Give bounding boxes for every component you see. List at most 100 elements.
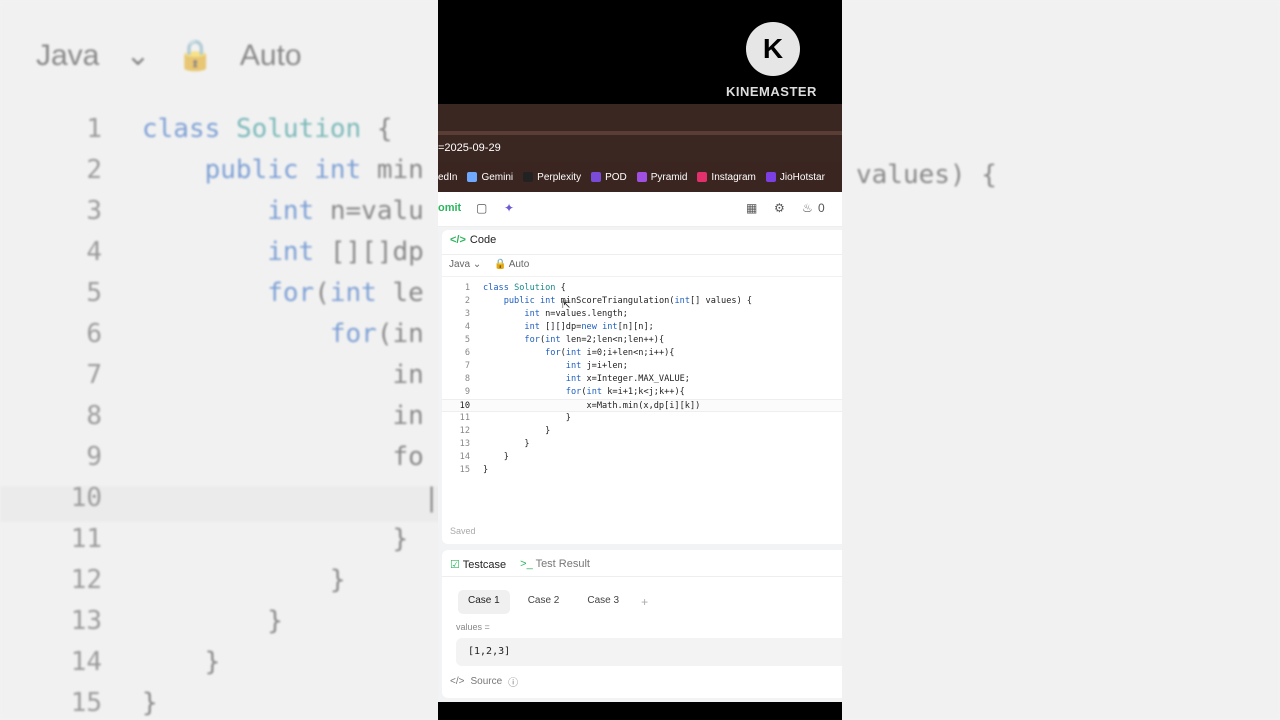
autocomplete-mode[interactable]: 🔒 Auto <box>494 259 529 270</box>
bg-code-line: 2 public int min <box>86 155 424 185</box>
bookmark-pyramid[interactable]: Pyramid <box>636 171 688 183</box>
bg-code-line: 4 int [][]dp <box>86 237 424 267</box>
bookmark-edin[interactable]: edIn <box>438 172 457 183</box>
bookmark-instagram[interactable]: Instagram <box>697 171 756 183</box>
bookmark-label: JioHotstar <box>779 171 825 183</box>
bookmark-label: POD <box>605 171 627 183</box>
code-line[interactable]: 6 for(int i=0;i+len<n;i++){ <box>442 347 842 360</box>
address-bar-text[interactable]: =2025-09-29 <box>438 142 501 154</box>
bookmark-pod[interactable]: POD <box>591 172 627 183</box>
leetcode-app: omit ▢ ✦ ▦ ⚙ ♨ 0 </> Code Java ⌄ 🔒 Auto … <box>438 192 842 702</box>
code-line[interactable]: 8 int x=Integer.MAX_VALUE; <box>442 373 842 386</box>
code-line[interactable]: 11 } <box>442 412 842 425</box>
code-line[interactable]: 4 int [][]dp=new int[n][n]; <box>442 321 842 334</box>
bookmark-label: Instagram <box>711 171 756 183</box>
bookmark-label: Pyramid <box>650 171 688 183</box>
input-label: values = <box>456 622 490 632</box>
bg-chevron-icon: ⌄ <box>125 39 151 72</box>
bg-code-line: 12 } <box>70 565 346 595</box>
code-icon: </> <box>450 234 466 246</box>
code-line[interactable]: 3 int n=values.length; <box>442 308 842 321</box>
bookmark-favicon-icon <box>523 172 534 182</box>
code-line[interactable]: 13 } <box>442 438 842 451</box>
bookmark-gemini[interactable]: Gemini <box>467 172 513 183</box>
bookmark-favicon-icon <box>467 172 478 182</box>
bg-code-line: 8 in <box>86 401 424 431</box>
bg-code-line: 3 int n=valu <box>86 196 424 226</box>
case-tab-2[interactable]: Case 2 <box>518 590 570 614</box>
code-panel: </> Code Java ⌄ 🔒 Auto ⇱ 1 class Solution… <box>442 230 842 544</box>
input-value: [1,2,3] <box>468 646 511 657</box>
bookmark-label: Perplexity <box>537 171 582 183</box>
code-panel-title: Code <box>469 234 497 246</box>
bookmark-favicon-icon <box>636 172 647 182</box>
code-line[interactable]: 9 for(int k=i+1;k<j;k++){ <box>442 386 842 399</box>
streak-count: 0 <box>818 201 825 215</box>
code-icon: </> <box>450 676 465 687</box>
code-line[interactable]: 14 } <box>442 451 842 464</box>
bookmark-favicon-icon <box>591 172 602 182</box>
code-line[interactable]: 2 public int minScoreTriangulation(int[]… <box>442 295 842 308</box>
source-label: Source <box>470 676 503 687</box>
bg-code-line: 14 } <box>70 647 221 677</box>
case-tabs: Case 1 Case 2 Case 3 + <box>458 590 652 614</box>
bg-toolbar: Java ⌄ 🔒 Auto <box>36 38 302 73</box>
ai-sparkle-icon[interactable]: ✦ <box>504 201 514 215</box>
code-line[interactable]: 15} <box>442 464 842 477</box>
mode-label: Auto <box>508 259 530 270</box>
bg-code-line: 9 fo <box>86 442 424 472</box>
bg-code-line: 15} <box>70 688 158 718</box>
testcase-tabs: ☑ Testcase >_ Test Result <box>450 558 590 571</box>
help-icon[interactable]: ⓘ <box>508 674 518 689</box>
input-value-box[interactable]: [1,2,3] <box>456 638 842 666</box>
submit-button[interactable]: omit <box>438 202 461 214</box>
note-icon[interactable]: ▢ <box>476 201 487 215</box>
code-panel-header: </> Code <box>450 234 496 246</box>
bg-right-side: values) { <box>842 0 1280 720</box>
bg-code-line: 10 | <box>70 483 440 513</box>
bookmark-label: edIn <box>438 171 458 183</box>
bg-mode: Auto <box>239 38 302 72</box>
layout-icon[interactable]: ▦ <box>746 201 757 215</box>
tab-testcase[interactable]: ☑ Testcase <box>450 558 506 571</box>
case-tab-1[interactable]: Case 1 <box>458 590 510 614</box>
bg-code-line: 5 for(int le <box>86 278 424 308</box>
testcase-panel: ☑ Testcase >_ Test Result Case 1 Case 2 … <box>442 550 842 698</box>
save-status: Saved <box>450 526 476 536</box>
kinemaster-watermark: KINEMASTER <box>726 84 817 99</box>
code-line[interactable]: 10 x=Math.min(x,dp[i][k]) <box>442 399 842 412</box>
case-tab-3[interactable]: Case 3 <box>577 590 629 614</box>
kinemaster-logo-letter: K <box>762 33 784 64</box>
code-line[interactable]: 5 for(int len=2;len<n;len++){ <box>442 334 842 347</box>
language-select[interactable]: Java ⌄ <box>449 259 481 270</box>
language-label: Java <box>449 259 471 270</box>
code-editor[interactable]: 1 class Solution {2 public int minScoreTr… <box>442 282 842 477</box>
app-toolbar: omit ▢ ✦ ▦ ⚙ ♨ 0 <box>438 192 842 227</box>
code-line[interactable]: 12 } <box>442 425 842 438</box>
video-frame: K KINEMASTER =2025-09-29 edIn Gemini Perpl… <box>438 0 842 720</box>
terminal-icon: >_ <box>520 558 533 570</box>
chevron-down-icon: ⌄ <box>472 259 482 270</box>
bg-lock-icon: 🔒 <box>176 39 214 72</box>
kinemaster-logo: K <box>746 22 800 76</box>
bg-right-line: values) { <box>856 160 997 190</box>
bookmarks-bar: edIn Gemini Perplexity POD Pyramid Instagram J… <box>438 162 842 192</box>
source-link[interactable]: </> Source ⓘ <box>450 674 518 689</box>
code-line[interactable]: 1 class Solution { <box>442 282 842 295</box>
streak-flame-icon[interactable]: ♨ <box>802 201 813 215</box>
bookmark-perplexity[interactable]: Perplexity <box>523 172 581 183</box>
add-case-icon[interactable]: + <box>637 590 652 614</box>
bookmark-favicon-icon <box>765 172 776 182</box>
tab-test-result[interactable]: >_ Test Result <box>520 558 590 571</box>
bookmark-label: Gemini <box>481 171 514 183</box>
checkbox-icon: ☑ <box>450 559 460 571</box>
bg-code-line: 1 class Solution { <box>86 114 393 144</box>
bg-language: Java <box>36 38 100 72</box>
bg-code-line: 7 in <box>86 360 424 390</box>
settings-gear-icon[interactable]: ⚙ <box>774 201 785 215</box>
bg-code-line: 13 } <box>70 606 283 636</box>
code-line[interactable]: 7 int j=i+len; <box>442 360 842 373</box>
bookmark-jiohotstar[interactable]: JioHotstar <box>765 171 825 183</box>
bg-code-line: 11 } <box>70 524 409 554</box>
lock-icon: 🔒 <box>494 259 507 270</box>
